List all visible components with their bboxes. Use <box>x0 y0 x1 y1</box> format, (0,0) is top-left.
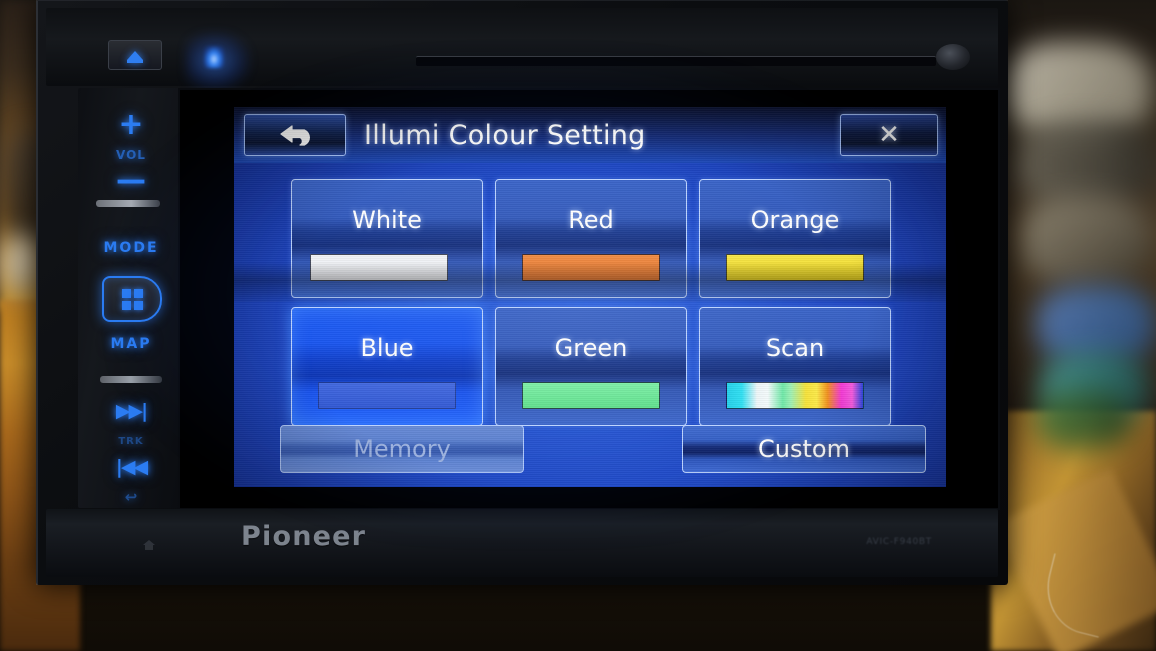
track-reverse-button[interactable]: |◀◀ <box>78 456 184 478</box>
bottom-bezel: Pioneer AVIC-F940BT <box>46 509 998 577</box>
bezel-back-button[interactable]: ↩ <box>78 488 184 506</box>
colour-tile-label: Green <box>554 334 628 362</box>
colour-tile-white[interactable]: White <box>291 179 483 298</box>
pioneer-head-unit: + VOL — MODE MAP ▶▶| TRK |◀◀ ↩ Illumi Co… <box>36 0 1008 585</box>
bezel-knob[interactable] <box>936 44 970 70</box>
page-title: Illumi Colour Setting <box>364 119 646 151</box>
colour-swatch-scan-rainbow <box>726 382 864 409</box>
custom-button[interactable]: Custom <box>682 425 926 473</box>
mode-button[interactable]: MODE <box>78 240 184 256</box>
bezel-ridge-bottom <box>100 376 162 383</box>
colour-tile-label: Blue <box>360 334 414 362</box>
close-icon: ✕ <box>878 120 900 150</box>
colour-swatch-green <box>522 382 660 409</box>
back-button[interactable] <box>244 114 346 156</box>
eject-icon <box>127 50 143 60</box>
title-bar: Illumi Colour Setting ✕ <box>234 107 946 163</box>
volume-down-button[interactable]: — <box>78 166 184 196</box>
custom-button-label: Custom <box>758 435 850 463</box>
colour-swatch-red <box>522 254 660 281</box>
colour-swatch-white <box>310 254 448 281</box>
bezel-ridge-top <box>96 200 160 207</box>
top-bezel <box>46 8 998 90</box>
status-led-indicator <box>204 46 224 68</box>
bezel-home-icon[interactable] <box>142 539 156 551</box>
disc-slot <box>416 56 936 66</box>
home-menu-button[interactable] <box>102 276 162 322</box>
background-clutter-green <box>1036 392 1132 450</box>
model-number-label: AVIC-F940BT <box>866 537 932 547</box>
close-button[interactable]: ✕ <box>840 114 938 156</box>
volume-label: VOL <box>116 148 146 162</box>
colour-tile-label: Orange <box>750 206 840 234</box>
track-label: TRK <box>118 436 144 447</box>
lcd-screen-frame: Illumi Colour Setting ✕ White Red Orange… <box>178 88 1000 510</box>
colour-tile-label: White <box>352 206 422 234</box>
eject-icon-bar <box>127 60 143 63</box>
memory-button[interactable]: Memory <box>280 425 524 473</box>
memory-button-label: Memory <box>353 435 451 463</box>
pioneer-brand-logo: Pioneer <box>241 521 367 552</box>
colour-option-grid: White Red Orange Blue Green Scan <box>291 179 891 426</box>
volume-up-button[interactable]: + <box>78 110 184 140</box>
lcd-screen: Illumi Colour Setting ✕ White Red Orange… <box>234 107 946 487</box>
home-grid-icon <box>121 288 143 310</box>
eject-button[interactable] <box>108 40 162 70</box>
colour-swatch-blue <box>318 382 456 409</box>
colour-tile-blue[interactable]: Blue <box>291 307 483 426</box>
background-clutter-2 <box>1014 120 1154 206</box>
left-control-panel: + VOL — MODE MAP ▶▶| TRK |◀◀ ↩ <box>78 88 184 508</box>
colour-tile-orange[interactable]: Orange <box>699 179 891 298</box>
colour-swatch-orange <box>726 254 864 281</box>
colour-tile-green[interactable]: Green <box>495 307 687 426</box>
action-button-row: Memory Custom <box>280 425 926 473</box>
colour-tile-scan[interactable]: Scan <box>699 307 891 426</box>
track-forward-button[interactable]: ▶▶| <box>78 400 184 422</box>
background-clutter-3 <box>1020 196 1150 284</box>
back-arrow-icon <box>280 125 310 146</box>
colour-tile-red[interactable]: Red <box>495 179 687 298</box>
map-button[interactable]: MAP <box>78 336 184 352</box>
colour-tile-label: Red <box>568 206 614 234</box>
colour-tile-label: Scan <box>765 334 825 362</box>
